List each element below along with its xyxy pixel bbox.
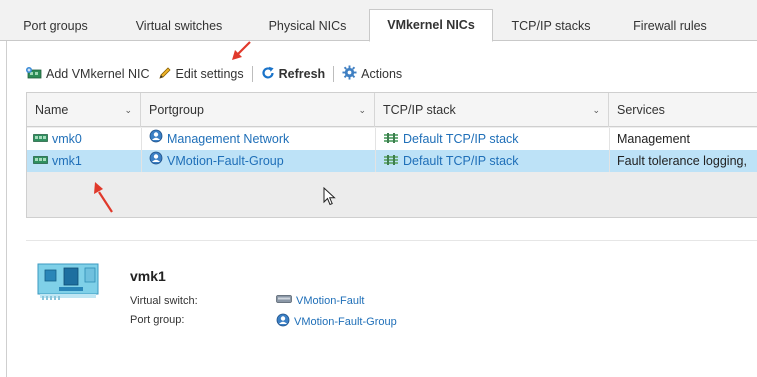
tcpip-stack-icon — [383, 128, 399, 150]
row-portgroup-text: VMotion-Fault-Group — [167, 154, 284, 168]
refresh-icon — [261, 66, 275, 83]
tab-vmkernel-nics[interactable]: VMkernel NICs — [369, 9, 493, 42]
column-header-label: TCP/IP stack — [383, 103, 456, 117]
toolbar-separator — [333, 66, 335, 82]
add-nic-icon — [26, 66, 42, 83]
mouse-pointer-icon — [323, 186, 337, 210]
section-divider — [26, 240, 757, 241]
nic-icon — [33, 128, 48, 150]
refresh-label: Refresh — [278, 67, 326, 81]
column-header-label: Name — [35, 103, 69, 117]
actions-label: Actions — [361, 67, 403, 81]
details-title: vmk1 — [130, 268, 166, 284]
column-header-label: Portgroup — [149, 103, 204, 117]
vmkernel-nics-grid: Name ⌄ Portgroup ⌄ TCP/IP stack ⌄ Servic… — [26, 92, 757, 218]
virtual-switch-label: Virtual switch: — [130, 295, 198, 307]
row-name-text: vmk1 — [52, 154, 82, 168]
tab-tcpip-stacks[interactable]: TCP/IP stacks — [493, 11, 609, 41]
virtual-switch-value: VMotion-Fault — [296, 294, 365, 307]
virtual-switch-link[interactable]: VMotion-Fault — [276, 294, 364, 307]
tab-virtual-switches[interactable]: Virtual switches — [111, 11, 247, 41]
chevron-down-icon[interactable]: ⌄ — [592, 93, 600, 127]
row-services-cell: Fault tolerance logging, — [609, 150, 757, 172]
chevron-down-icon[interactable]: ⌄ — [124, 93, 132, 127]
table-row-selected[interactable]: vmk1 VMotion-Fault-Group Default TCP/IP … — [27, 150, 757, 172]
row-name-cell[interactable]: vmk0 — [27, 128, 141, 150]
actions-button[interactable]: Actions — [342, 64, 402, 84]
panel-border — [6, 41, 7, 377]
column-divider — [141, 128, 142, 172]
port-group-link[interactable]: VMotion-Fault-Group — [276, 313, 397, 330]
port-group-label: Port group: — [130, 314, 185, 326]
row-stack-cell[interactable]: Default TCP/IP stack — [375, 150, 609, 172]
toolbar: Add VMkernel NIC Edit settings Refresh A… — [26, 64, 402, 84]
row-services-cell: Management — [609, 128, 757, 150]
tab-physical-nics[interactable]: Physical NICs — [247, 11, 368, 41]
nic-icon — [33, 150, 48, 172]
annotation-arrow-icon — [228, 39, 254, 68]
gear-icon — [342, 65, 357, 83]
tcpip-stack-icon — [383, 150, 399, 172]
portgroup-icon — [149, 128, 163, 150]
network-card-image — [37, 262, 101, 302]
row-portgroup-cell[interactable]: VMotion-Fault-Group — [141, 150, 375, 172]
row-portgroup-text: Management Network — [167, 132, 290, 146]
annotation-arrow-icon — [90, 180, 116, 219]
column-header-portgroup[interactable]: Portgroup ⌄ — [141, 93, 375, 127]
column-header-name[interactable]: Name ⌄ — [27, 93, 141, 127]
row-services-text: Management — [617, 132, 690, 146]
add-vmkernel-nic-button[interactable]: Add VMkernel NIC — [26, 64, 150, 84]
grid-header: Name ⌄ Portgroup ⌄ TCP/IP stack ⌄ Servic… — [27, 93, 757, 127]
row-stack-text: Default TCP/IP stack — [403, 154, 519, 168]
portgroup-icon — [276, 313, 290, 330]
tab-port-groups[interactable]: Port groups — [0, 11, 111, 41]
tab-firewall-rules[interactable]: Firewall rules — [609, 11, 731, 41]
row-name-text: vmk0 — [52, 132, 82, 146]
switch-icon — [276, 294, 292, 307]
row-stack-cell[interactable]: Default TCP/IP stack — [375, 128, 609, 150]
tab-bar: Port groups Virtual switches Physical NI… — [0, 0, 757, 42]
column-header-services[interactable]: Services — [609, 93, 757, 127]
row-name-cell[interactable]: vmk1 — [27, 150, 141, 172]
chevron-down-icon[interactable]: ⌄ — [358, 93, 366, 127]
toolbar-separator — [251, 66, 253, 82]
column-header-tcpip-stack[interactable]: TCP/IP stack ⌄ — [375, 93, 609, 127]
column-divider — [609, 128, 610, 172]
row-stack-text: Default TCP/IP stack — [403, 132, 519, 146]
grid-empty-area — [27, 172, 757, 217]
pencil-icon — [158, 66, 172, 83]
row-portgroup-cell[interactable]: Management Network — [141, 128, 375, 150]
column-divider — [375, 128, 376, 172]
port-group-value: VMotion-Fault-Group — [294, 315, 397, 328]
column-header-label: Services — [617, 103, 665, 117]
add-vmkernel-nic-label: Add VMkernel NIC — [46, 67, 150, 81]
table-row[interactable]: vmk0 Management Network Default TCP/IP s… — [27, 128, 757, 150]
refresh-button[interactable]: Refresh — [261, 64, 326, 84]
portgroup-icon — [149, 150, 163, 172]
row-services-text: Fault tolerance logging, — [617, 154, 747, 168]
edit-settings-label: Edit settings — [175, 67, 244, 81]
